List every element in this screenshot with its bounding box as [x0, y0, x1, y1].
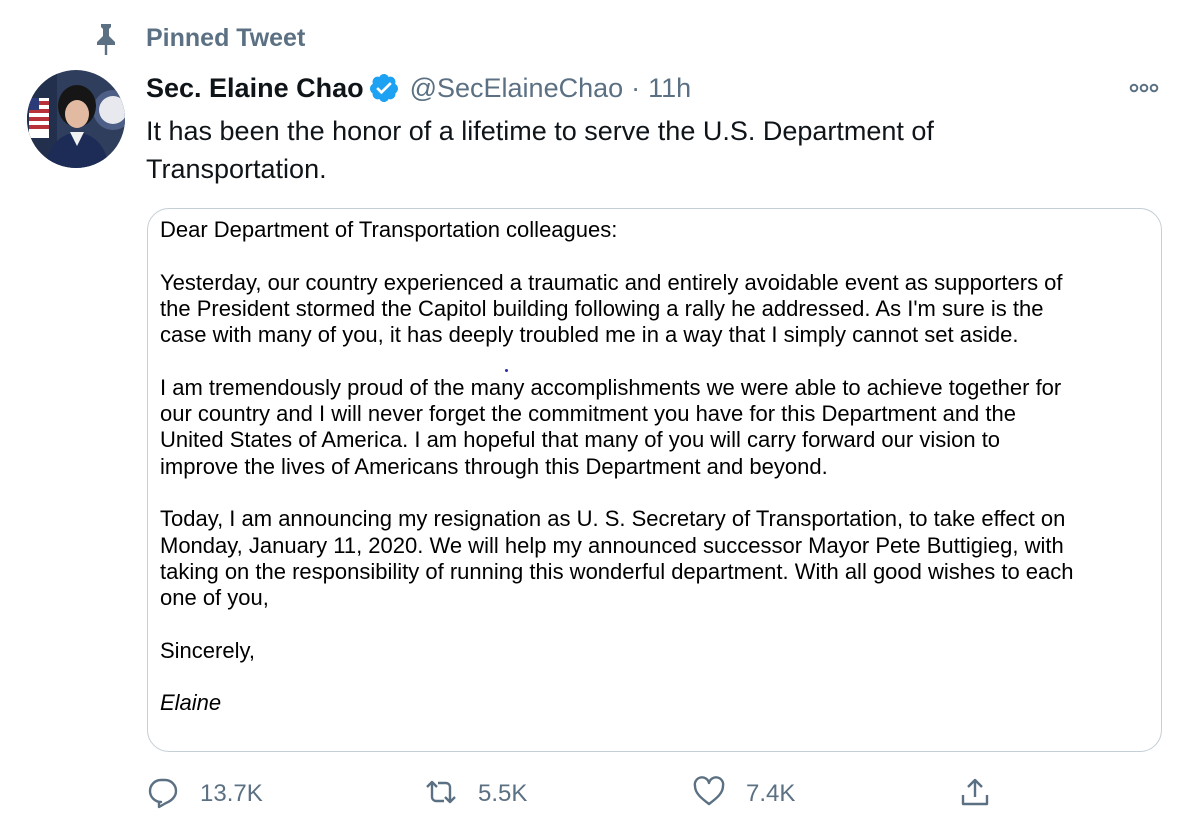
- letter-closing: Sincerely,: [160, 637, 255, 663]
- share-icon: [958, 775, 992, 814]
- letter-line: I am tremendously proud of the many acco…: [160, 374, 1062, 400]
- retweet-count: 5.5K: [478, 780, 528, 807]
- letter-content: Dear Department of Transportation collea…: [160, 217, 1160, 743]
- like-icon: [692, 775, 726, 814]
- timestamp[interactable]: 11h: [648, 73, 691, 104]
- like-button[interactable]: 7.4K: [692, 774, 795, 814]
- share-button[interactable]: [958, 774, 992, 814]
- pin-icon: [92, 22, 120, 56]
- reply-icon: [146, 775, 180, 814]
- letter-paragraph-2: I am tremendously proud of the many acco…: [160, 375, 1160, 480]
- letter-line: United States of America. I am hopeful t…: [160, 427, 1001, 453]
- verified-badge-icon: [368, 72, 400, 104]
- letter-line: Monday, January 11, 2020. We will help m…: [160, 532, 1064, 558]
- tweet-header: Sec. Elaine Chao @SecElaineChao · 11h: [146, 68, 691, 108]
- letter-line: the President stormed the Capitol buildi…: [160, 295, 1044, 321]
- retweet-button[interactable]: 5.5K: [424, 774, 527, 814]
- letter-paragraph-1: Yesterday, our country experienced a tra…: [160, 270, 1160, 349]
- author-handle[interactable]: @SecElaineChao: [410, 73, 624, 104]
- letter-line: improve the lives of Americans through t…: [160, 453, 828, 479]
- tweet-text-line: Transportation.: [146, 154, 327, 184]
- letter-line: taking on the responsibility of running …: [160, 558, 1074, 584]
- tweet-text: It has been the honor of a lifetime to s…: [146, 112, 1106, 188]
- letter-paragraph-3: Today, I am announcing my resignation as…: [160, 506, 1160, 611]
- avatar[interactable]: [27, 70, 125, 168]
- letter-line: our country and I will never forget the …: [160, 401, 1016, 427]
- reply-count: 13.7K: [200, 780, 263, 807]
- tweet-card[interactable]: Pinned Tweet Sec. Elaine Chao @SecElaine…: [0, 0, 1190, 834]
- letter-line: Today, I am announcing my resignation as…: [160, 506, 1066, 532]
- tweet-text-line: It has been the honor of a lifetime to s…: [146, 116, 934, 146]
- letter-line: one of you,: [160, 585, 269, 611]
- letter-signature: Elaine: [160, 690, 222, 716]
- reply-button[interactable]: 13.7K: [146, 774, 263, 814]
- pinned-label: Pinned Tweet: [146, 24, 306, 52]
- like-count: 7.4K: [746, 780, 796, 807]
- stray-dot: [505, 369, 508, 372]
- action-bar: 13.7K 5.5K 7.4K: [0, 774, 1190, 814]
- letter-line: case with many of you, it has deeply tro…: [160, 322, 1019, 348]
- pinned-indicator: Pinned Tweet: [92, 22, 305, 56]
- separator-dot: ·: [631, 72, 641, 103]
- letter-salutation: Dear Department of Transportation collea…: [160, 217, 618, 242]
- letter-image[interactable]: Dear Department of Transportation collea…: [147, 208, 1162, 752]
- letter-line: Yesterday, our country experienced a tra…: [160, 269, 1063, 295]
- more-options-icon[interactable]: [1124, 76, 1164, 100]
- retweet-icon: [424, 775, 458, 814]
- display-name[interactable]: Sec. Elaine Chao: [146, 73, 364, 104]
